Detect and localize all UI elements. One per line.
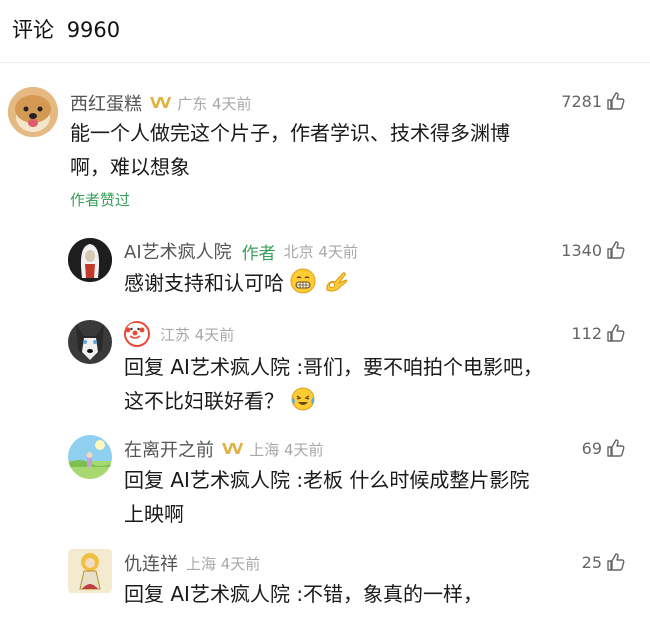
reply-text-content: 感谢支持和认可哈 <box>124 271 284 295</box>
location-time: 上海 4天前 <box>249 440 324 459</box>
thumbs-up-icon <box>607 553 625 571</box>
reply-text-line: 回复 AI艺术疯人院 :老板 什么时候成整片影院 <box>124 463 624 497</box>
reply-text-line: 上映啊 <box>124 502 184 526</box>
comment-meta: 西红蛋糕 VV 广东 4天前 <box>70 90 252 116</box>
reply-meta: AI艺术疯人院 作者 北京 4天前 <box>124 238 358 264</box>
avatar[interactable] <box>68 320 112 364</box>
reply-text-line: 回复 AI艺术疯人院 :哥们，要不咱拍个电影吧， <box>124 350 624 384</box>
location-time: 北京 4天前 <box>283 242 358 261</box>
author-tag: 作者 <box>241 243 276 264</box>
reply-text: 回复 AI艺术疯人院 :老板 什么时候成整片影院 上映啊 <box>124 463 624 531</box>
location-time: 广东 4天前 <box>177 94 252 113</box>
username[interactable]: 仇连祥 <box>124 550 178 576</box>
comments-count: 9960 <box>66 18 121 42</box>
reply-target[interactable]: AI艺术疯人院 <box>170 582 290 606</box>
reply-text-line: 回复 AI艺术疯人院 :不错，象真的一样， <box>124 577 624 611</box>
vip-badge-icon: VV <box>222 440 243 458</box>
reply-prefix: 回复 <box>124 355 164 379</box>
like-button[interactable]: 69 <box>582 438 626 458</box>
avatar[interactable] <box>68 435 112 479</box>
like-count: 7281 <box>561 91 602 111</box>
comments-header: 评论 9960 <box>12 14 120 44</box>
reply-text: 感谢支持和认可哈 <box>124 266 604 300</box>
reply-prefix: 回复 <box>124 582 164 606</box>
like-button[interactable]: 1340 <box>561 240 626 260</box>
ok-hand-emoji <box>326 272 347 292</box>
reply-text-line: 这不比妇联好看？ <box>124 384 624 418</box>
like-count: 69 <box>581 438 602 458</box>
reply-text-content: :老板 什么时候成整片影院 <box>296 468 530 492</box>
clown-badge-icon <box>124 321 150 347</box>
thumbs-up-icon <box>607 241 625 259</box>
author-liked-label: 作者赞过 <box>70 191 131 209</box>
like-count: 112 <box>571 323 602 343</box>
header-divider <box>0 62 650 63</box>
username[interactable]: 西红蛋糕 <box>70 90 142 116</box>
username[interactable]: AI艺术疯人院 <box>124 238 232 264</box>
avatar[interactable] <box>68 238 112 282</box>
location-time: 上海 4天前 <box>186 554 261 573</box>
thumbs-up-icon <box>607 439 625 457</box>
avatar[interactable] <box>8 87 58 137</box>
reply-meta: 江苏 4天前 <box>124 321 234 347</box>
grin-emoji <box>290 268 316 294</box>
reply-text: 回复 AI艺术疯人院 :哥们，要不咱拍个电影吧， 这不比妇联好看？ <box>124 350 624 418</box>
reply-text-content: :不错，象真的一样， <box>296 582 484 606</box>
vip-badge-icon: VV <box>150 94 171 112</box>
reply-target[interactable]: AI艺术疯人院 <box>170 468 290 492</box>
like-button[interactable]: 25 <box>582 552 626 572</box>
reply-text: 回复 AI艺术疯人院 :不错，象真的一样， <box>124 577 624 611</box>
comment-text: 能一个人做完这个片子，作者学识、技术得多渊博 啊，难以想象 <box>70 116 610 184</box>
username[interactable]: 在离开之前 <box>124 436 214 462</box>
thumbs-up-icon <box>607 92 625 110</box>
comments-title: 评论 <box>12 18 54 42</box>
comment-text-line: 能一个人做完这个片子，作者学识、技术得多渊博 <box>70 121 510 145</box>
location-time: 江苏 4天前 <box>160 325 235 344</box>
like-button[interactable]: 7281 <box>561 91 626 111</box>
reply-text-line: 感谢支持和认可哈 <box>124 266 604 300</box>
reply-text-content: :哥们，要不咱拍个电影吧， <box>296 355 544 379</box>
reply-text-content: 这不比妇联好看？ <box>124 389 284 413</box>
reply-prefix: 回复 <box>124 468 164 492</box>
reply-meta: 在离开之前 VV 上海 4天前 <box>124 436 324 462</box>
laughing-tears-emoji <box>291 387 315 411</box>
reply-target[interactable]: AI艺术疯人院 <box>170 355 290 379</box>
like-button[interactable]: 112 <box>571 323 626 343</box>
thumbs-up-icon <box>607 324 625 342</box>
avatar[interactable] <box>68 549 112 593</box>
comment-text-line: 啊，难以想象 <box>70 155 190 179</box>
like-count: 25 <box>581 552 602 572</box>
reply-meta: 仇连祥 上海 4天前 <box>124 550 260 576</box>
like-count: 1340 <box>561 240 602 260</box>
